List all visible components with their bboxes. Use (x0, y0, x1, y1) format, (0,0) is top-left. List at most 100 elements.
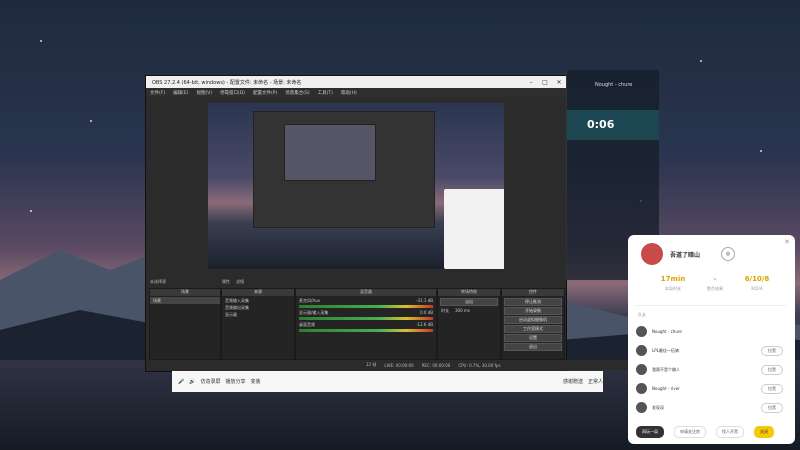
menu-edit[interactable]: 编辑(E) (173, 90, 188, 96)
obs-menubar: 文件(F) 编辑(E) 视图(V) 停靠窗口(D) 配置文件(P) 场景集合(S… (146, 88, 566, 97)
start-recording-button[interactable]: 开始录制 (504, 307, 562, 315)
live-status: LIVE: 00:00:00 (384, 362, 414, 368)
list-item: 我腐不是个输人 拉黑 (636, 360, 787, 379)
menu-help[interactable]: 帮助(H) (341, 90, 357, 96)
block-button[interactable]: 拉黑 (761, 383, 783, 394)
speaker-icon[interactable]: 🔊 (189, 379, 195, 385)
mixer-dock: 混音器 麦克风/Aux -31.1 dB 显示器/输入采集 0.0 dB 桌面音… (295, 288, 437, 360)
exit-button[interactable]: 退出 (504, 343, 562, 351)
studio-mode-button[interactable]: 工作室模式 (504, 325, 562, 333)
filters-button[interactable]: 滤镜 (236, 279, 244, 285)
toolbar-item[interactable]: 仿造录屏 (200, 378, 220, 385)
obs-titlebar: OBS 27.2.4 (64-bit, windows) - 配置文件: 未命名… (146, 76, 566, 88)
player-name: LPL最佳一伍骑 (652, 347, 679, 353)
username: 吾道了暗山 (670, 252, 701, 259)
mixer-channel-db: 0.0 dB (420, 310, 433, 315)
mixer-channel: 麦克风/Aux -31.1 dB (296, 297, 436, 304)
obs-title: OBS 27.2.4 (64-bit, windows) - 配置文件: 未命名… (152, 79, 302, 86)
floating-toolbar: 🎤 🔊 仿造录屏 播放分享 变装 感谢赠送 正常人 (172, 371, 603, 392)
source-toolbar: 未选择源 属性 滤镜 (146, 277, 570, 287)
controls-dock: 控件 停止推流 开始录制 启动虚拟摄像机 工作室模式 设置 退出 (501, 288, 565, 360)
mixer-channel: 桌面音频 -12.6 dB (296, 321, 436, 328)
obs-window: OBS 27.2.4 (64-bit, windows) - 配置文件: 未命名… (145, 75, 786, 372)
mixer-channel-name: 显示器/输入采集 (299, 309, 329, 315)
close-button[interactable]: 关闭 (754, 426, 774, 438)
mixer-header: 混音器 (296, 289, 436, 297)
toolbar-item[interactable]: 变装 (251, 378, 261, 385)
mic-icon[interactable]: 🎤 (178, 379, 184, 385)
avatar (641, 243, 663, 265)
source-item[interactable]: 音频输入采集 (222, 297, 294, 304)
find-team-button[interactable]: 找人开黑 (716, 426, 744, 438)
block-button[interactable]: 拉黑 (761, 364, 783, 375)
mixer-channel: 显示器/输入采集 0.0 dB (296, 309, 436, 316)
timer-value: 0:06 (587, 118, 615, 131)
volume-meter (299, 317, 433, 320)
mixer-channel-db: -12.6 dB (416, 322, 433, 327)
dropped-frames: 12 帧 (366, 362, 377, 367)
divider (636, 305, 787, 306)
list-item: Nought - river 拉黑 (636, 379, 787, 398)
menu-tools[interactable]: 工具(T) (318, 90, 333, 96)
close-icon[interactable]: ✕ (552, 79, 566, 86)
obs-preview[interactable] (208, 103, 504, 269)
avatar (636, 402, 647, 413)
list-item: 发现深 拉黑 (636, 398, 787, 417)
sources-dock: 来源 音频输入采集 音频输出采集 显示器 (221, 288, 295, 360)
scene-item[interactable]: 场景 (150, 297, 220, 304)
close-icon[interactable]: ✕ (784, 238, 790, 246)
avatar (636, 326, 647, 337)
stat-kda: 6/10/8 K/D/A (732, 275, 782, 291)
play-again-button[interactable]: 再玩一局 (636, 426, 664, 438)
mixer-channel-db: -31.1 dB (416, 298, 433, 303)
match-result-popup: ✕ 吾道了暗山 ◎ 17min 本局时长 - 胜负结果 6/10/8 K/D/A… (628, 235, 795, 444)
block-button[interactable]: 拉黑 (761, 345, 783, 356)
transition-select[interactable]: 淡出 (440, 298, 498, 306)
avatar (636, 383, 647, 394)
duration-input[interactable]: 300 ms (455, 308, 470, 313)
minimize-icon[interactable]: – (524, 79, 538, 86)
menu-profile[interactable]: 配置文件(P) (253, 90, 277, 96)
stop-streaming-button[interactable]: 停止推流 (504, 298, 562, 306)
side-title: Nought - chure (595, 82, 633, 88)
settings-button[interactable]: 设置 (504, 334, 562, 342)
block-button[interactable]: 拉黑 (761, 402, 783, 413)
mixer-channel-name: 桌面音频 (299, 321, 315, 327)
menu-docks[interactable]: 停靠窗口(D) (220, 90, 245, 96)
menu-file[interactable]: 文件(F) (150, 90, 165, 96)
duration-row: 时长 300 ms (438, 307, 500, 314)
source-item[interactable]: 音频输出采集 (222, 304, 294, 311)
properties-button[interactable]: 属性 (222, 279, 230, 285)
popup-footer: 再玩一局 申请关注房 找人开黑 关闭 (636, 426, 787, 438)
volume-meter (299, 329, 433, 332)
toolbar-item[interactable]: 播放分享 (225, 378, 245, 385)
transitions-header: 转场特效 (438, 289, 500, 297)
stat-value: 6/10/8 (744, 275, 770, 283)
scenes-header: 场景 (150, 289, 220, 297)
avatar (636, 345, 647, 356)
menu-view[interactable]: 视图(V) (196, 90, 212, 96)
rec-status: REC: 00:00:00 (421, 362, 451, 368)
profile-icon[interactable]: ◎ (721, 247, 735, 261)
source-item[interactable]: 显示器 (222, 311, 294, 318)
toolbar-item[interactable]: 正常人 (588, 378, 603, 385)
sources-header: 来源 (222, 289, 294, 297)
virtual-camera-button[interactable]: 启动虚拟摄像机 (504, 316, 562, 324)
maximize-icon[interactable]: □ (538, 79, 552, 86)
follow-room-button[interactable]: 申请关注房 (674, 426, 706, 438)
player-name: 我腐不是个输人 (652, 366, 680, 372)
player-name: Nought - river (652, 386, 680, 391)
menu-scene-collection[interactable]: 场景集合(S) (285, 90, 309, 96)
list-item: LPL最佳一伍骑 拉黑 (636, 341, 787, 360)
duration-label: 时长 (441, 307, 449, 313)
teammate-list: Nought - chure LPL最佳一伍骑 拉黑 我腐不是个输人 拉黑 No… (636, 322, 787, 417)
preview-nested-screenshot (253, 111, 435, 228)
controls-header: 控件 (502, 289, 564, 297)
selected-source-label: 未选择源 (150, 279, 166, 284)
stat-label: K/D/A (751, 286, 763, 291)
mixer-channel-name: 麦克风/Aux (299, 297, 320, 303)
volume-meter (299, 305, 433, 308)
cpu-status: CPU: 0.7%, 30.00 fps (458, 362, 501, 368)
preview-nested-popup (444, 189, 504, 269)
toolbar-item[interactable]: 感谢赠送 (563, 378, 583, 385)
